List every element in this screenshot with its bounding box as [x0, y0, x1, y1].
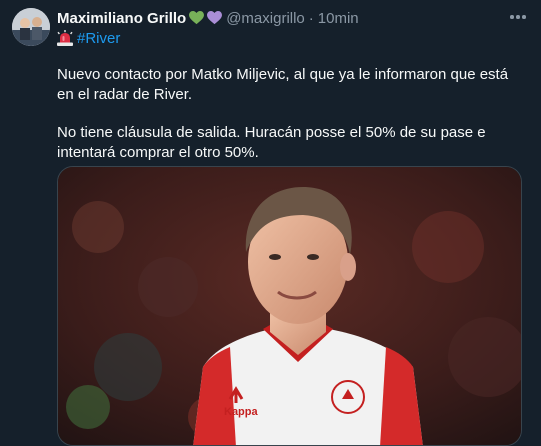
more-options-button[interactable] [507, 6, 529, 28]
green-heart-icon [189, 11, 205, 25]
hashtag-link[interactable]: #River [77, 30, 120, 47]
author-handle[interactable]: @maxigrillo [226, 10, 305, 27]
more-icon-dot [522, 15, 526, 19]
timestamp[interactable]: 10min [318, 10, 359, 27]
tweet-paragraph: Nuevo contacto por Matko Miljevic, al qu… [57, 66, 509, 103]
author-name[interactable]: Maximiliano Grillo [57, 10, 186, 27]
avatar-image [12, 8, 50, 46]
siren-icon [57, 30, 73, 46]
more-icon-dot [510, 15, 514, 19]
separator-dot: · [308, 9, 314, 27]
purple-heart-icon [207, 11, 223, 25]
tweet-header: Maximiliano Grillo @maxigrillo · 10min [57, 8, 529, 28]
tweet[interactable]: Maximiliano Grillo @maxigrillo · 10min #… [0, 0, 541, 446]
jersey-brand-text: Kappa [224, 406, 259, 418]
tweet-media-photo[interactable]: Kappa [57, 166, 522, 446]
tweet-text: Nuevo contacto por Matko Miljevic, al qu… [57, 65, 527, 163]
avatar[interactable] [12, 8, 50, 46]
tweet-paragraph: No tiene cláusula de salida. Huracán pos… [57, 124, 486, 161]
photo-player-image: Kappa [58, 167, 521, 445]
more-icon-dot [516, 15, 520, 19]
hashtag-line: #River [57, 29, 120, 47]
